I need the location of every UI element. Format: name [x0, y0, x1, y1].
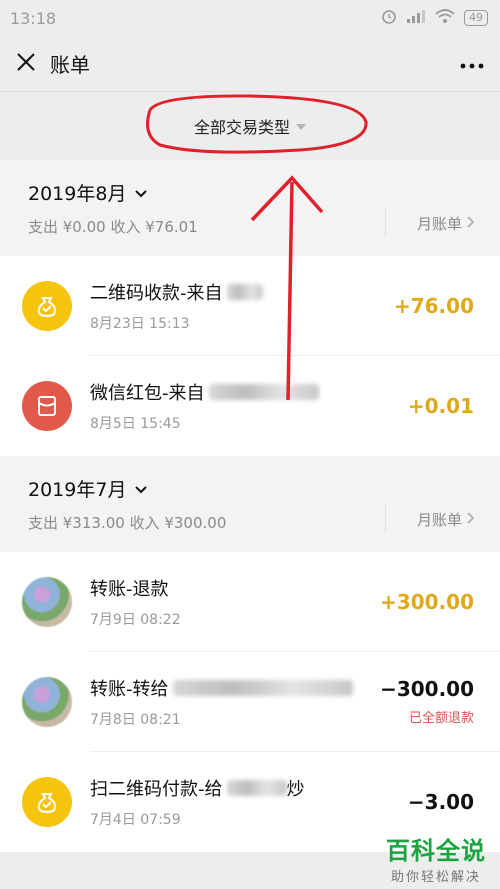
monthly-bill-label: 月账单: [416, 511, 462, 529]
transaction-time: 8月5日 15:45: [90, 416, 181, 432]
status-time: 13:18: [10, 8, 57, 28]
alarm-icon: [380, 7, 398, 29]
transaction-time: 8月23日 15:13: [90, 315, 190, 332]
chevron-right-icon: [466, 215, 476, 233]
transaction-list: 转账-退款 7月9日 08:22 +300.00 转账-转给 7月8日 08:2…: [0, 552, 500, 852]
filter-label: 全部交易类型: [193, 118, 290, 137]
chevron-down-icon: [134, 478, 148, 500]
transaction-title: 扫二维码付款-给炒: [90, 779, 305, 800]
money-bag-icon: [22, 281, 72, 331]
watermark: 百科全说 助你轻松解决: [386, 831, 486, 885]
transaction-row[interactable]: 转账-退款 7月9日 08:22 +300.00: [0, 552, 500, 652]
battery-icon: 49: [464, 10, 488, 26]
monthly-bill-label: 月账单: [416, 215, 462, 233]
nav-bar: 账单: [0, 36, 500, 92]
transaction-title: 转账-退款: [90, 578, 169, 600]
transaction-type-filter[interactable]: 全部交易类型: [194, 114, 306, 138]
month-summary: 支出 ¥0.00 收入 ¥76.01: [28, 218, 198, 236]
chevron-down-icon: [134, 182, 148, 204]
chevron-down-icon: [296, 124, 306, 130]
wifi-icon: [434, 8, 456, 28]
monthly-bill-link[interactable]: 月账单: [384, 505, 476, 533]
more-icon[interactable]: [460, 54, 484, 73]
transaction-title: 微信红包-来自: [90, 379, 319, 405]
red-packet-icon: [22, 381, 72, 431]
transaction-amount: +300.00: [380, 589, 474, 614]
transaction-row[interactable]: 二维码收款-来自 8月23日 15:13 +76.00: [0, 256, 500, 356]
transaction-row[interactable]: 转账-转给 7月8日 08:21 −300.00 已全额退款: [0, 652, 500, 752]
transaction-title: 转账-转给: [90, 675, 353, 701]
month-section-aug: 2019年8月 支出 ¥0.00 收入 ¥76.01 月账单 二维码收款-来自 …: [0, 160, 500, 456]
transaction-amount: +76.00: [393, 293, 474, 318]
status-icons: 49: [380, 7, 488, 29]
transaction-title: 二维码收款-来自: [90, 279, 263, 305]
transaction-list: 二维码收款-来自 8月23日 15:13 +76.00 微信红包-来自 8月5日…: [0, 256, 500, 456]
transaction-amount: +0.01: [407, 394, 474, 418]
chevron-right-icon: [466, 511, 476, 529]
month-title: 2019年8月: [28, 183, 127, 205]
refund-status: 已全额退款: [408, 711, 474, 726]
signal-icon: [406, 8, 426, 28]
month-summary: 支出 ¥313.00 收入 ¥300.00: [28, 514, 227, 532]
transaction-time: 7月9日 08:22: [90, 611, 181, 628]
avatar: [22, 577, 72, 627]
avatar: [22, 677, 72, 727]
money-bag-icon: [22, 777, 72, 827]
month-section-jul: 2019年7月 支出 ¥313.00 收入 ¥300.00 月账单 转账-退款 …: [0, 456, 500, 852]
month-header: 2019年8月 支出 ¥0.00 收入 ¥76.01 月账单: [0, 160, 500, 256]
page-title: 账单: [50, 53, 90, 77]
month-selector[interactable]: 2019年8月: [28, 179, 476, 206]
watermark-title: 百科全说: [386, 837, 486, 865]
month-selector[interactable]: 2019年7月: [28, 475, 476, 502]
transaction-row[interactable]: 微信红包-来自 8月5日 15:45 +0.01: [0, 356, 500, 456]
transaction-amount: −3.00: [407, 790, 474, 814]
status-bar: 13:18 49: [0, 0, 500, 36]
month-title: 2019年7月: [28, 479, 127, 501]
transaction-amount: −300.00: [380, 677, 474, 701]
close-icon[interactable]: [16, 52, 36, 76]
transaction-time: 7月8日 08:21: [90, 711, 181, 728]
watermark-subtitle: 助你轻松解决: [390, 870, 481, 885]
filter-bar: 全部交易类型: [0, 92, 500, 160]
month-header: 2019年7月 支出 ¥313.00 收入 ¥300.00 月账单: [0, 456, 500, 552]
monthly-bill-link[interactable]: 月账单: [384, 209, 476, 237]
transaction-time: 7月4日 07:59: [90, 812, 181, 828]
